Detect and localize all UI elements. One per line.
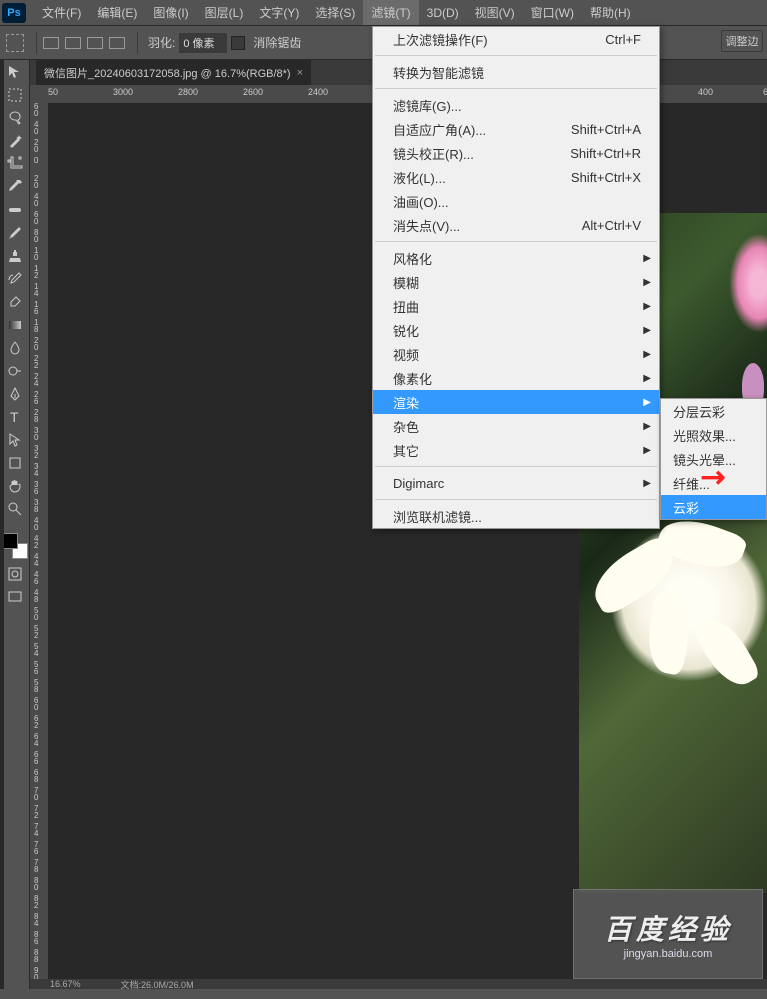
filter-menu-item[interactable]: 滤镜库(G)...	[373, 93, 659, 117]
menu-filter[interactable]: 滤镜(T)	[363, 0, 418, 25]
filter-menu-item[interactable]: 模糊▶	[373, 270, 659, 294]
document-tab[interactable]: 微信图片_20240603172058.jpg @ 16.7%(RGB/8*) …	[36, 60, 311, 85]
menu-view[interactable]: 视图(V)	[467, 0, 523, 25]
tools-panel: T	[0, 60, 30, 989]
quickmask-icon[interactable]	[2, 563, 28, 585]
close-icon[interactable]: ×	[297, 67, 303, 79]
selection-mode-intersect-icon[interactable]	[109, 37, 125, 49]
dodge-tool-icon[interactable]	[2, 360, 28, 382]
render-submenu: 分层云彩光照效果...镜头光晕...纤维...云彩	[660, 398, 767, 520]
hand-tool-icon[interactable]	[2, 475, 28, 497]
zoom-level[interactable]: 16.67%	[50, 979, 81, 989]
feather-label: 羽化:	[148, 34, 175, 51]
menu-3d[interactable]: 3D(D)	[419, 2, 467, 24]
menu-edit[interactable]: 编辑(E)	[89, 0, 145, 25]
gradient-tool-icon[interactable]	[2, 314, 28, 336]
history-brush-tool-icon[interactable]	[2, 268, 28, 290]
crop-tool-icon[interactable]	[2, 153, 28, 175]
filter-menu-item[interactable]: 上次滤镜操作(F)Ctrl+F	[373, 27, 659, 51]
foreground-color[interactable]	[2, 533, 18, 549]
feather-input[interactable]	[179, 33, 227, 53]
selection-mode-add-icon[interactable]	[65, 37, 81, 49]
filter-menu-item[interactable]: 杂色▶	[373, 414, 659, 438]
doc-size: 文档:26.0M/26.0M	[121, 978, 194, 991]
status-bar: 16.67% 文档:26.0M/26.0M	[30, 979, 767, 989]
render-submenu-item[interactable]: 光照效果...	[661, 423, 766, 447]
marquee-tool-icon[interactable]	[2, 84, 28, 106]
filter-menu-item[interactable]: 消失点(V)...Alt+Ctrl+V	[373, 213, 659, 237]
filter-menu-item[interactable]: 镜头校正(R)...Shift+Ctrl+R	[373, 141, 659, 165]
svg-text:T: T	[10, 409, 19, 425]
tab-title: 微信图片_20240603172058.jpg @ 16.7%(RGB/8*)	[44, 65, 291, 81]
menu-file[interactable]: 文件(F)	[34, 0, 89, 25]
clone-stamp-tool-icon[interactable]	[2, 245, 28, 267]
filter-menu-item[interactable]: 其它▶	[373, 438, 659, 462]
filter-dropdown-menu: 上次滤镜操作(F)Ctrl+F 转换为智能滤镜滤镜库(G)...自适应广角(A).…	[372, 26, 660, 529]
render-submenu-item[interactable]: 分层云彩	[661, 399, 766, 423]
menu-select[interactable]: 选择(S)	[307, 0, 363, 25]
selection-mode-new-icon[interactable]	[43, 37, 59, 49]
marquee-tool-icon[interactable]	[6, 34, 24, 52]
menu-image[interactable]: 图像(I)	[145, 0, 196, 25]
filter-menu-item[interactable]: 渲染▶	[373, 390, 659, 414]
render-submenu-item[interactable]: 云彩	[661, 495, 766, 519]
lasso-tool-icon[interactable]	[2, 107, 28, 129]
antialias-checkbox[interactable]	[231, 36, 245, 50]
eyedropper-tool-icon[interactable]	[2, 176, 28, 198]
menu-window[interactable]: 窗口(W)	[523, 0, 582, 25]
filter-menu-item[interactable]: 液化(L)...Shift+Ctrl+X	[373, 165, 659, 189]
filter-menu-item[interactable]: 视频▶	[373, 342, 659, 366]
menu-layer[interactable]: 图层(L)	[197, 0, 252, 25]
watermark-url: jingyan.baidu.com	[624, 948, 713, 960]
menu-type[interactable]: 文字(Y)	[251, 0, 307, 25]
ruler-origin[interactable]	[30, 85, 48, 103]
color-swatches[interactable]	[2, 533, 28, 559]
healing-brush-tool-icon[interactable]	[2, 199, 28, 221]
filter-menu-item[interactable]: 转换为智能滤镜	[373, 60, 659, 84]
filter-menu-item[interactable]: 浏览联机滤镜...	[373, 504, 659, 528]
filter-menu-item[interactable]: 油画(O)...	[373, 189, 659, 213]
filter-menu-item[interactable]: 自适应广角(A)...Shift+Ctrl+A	[373, 117, 659, 141]
zoom-tool-icon[interactable]	[2, 498, 28, 520]
shape-tool-icon[interactable]	[2, 452, 28, 474]
antialias-label: 消除锯齿	[253, 34, 301, 51]
filter-menu-item[interactable]: 锐化▶	[373, 318, 659, 342]
brush-tool-icon[interactable]	[2, 222, 28, 244]
selection-mode-subtract-icon[interactable]	[87, 37, 103, 49]
watermark: 百度经验 jingyan.baidu.com	[573, 889, 763, 979]
filter-menu-item[interactable]: 像素化▶	[373, 366, 659, 390]
filter-menu-item[interactable]: Digimarc▶	[373, 471, 659, 495]
menu-bar: Ps 文件(F) 编辑(E) 图像(I) 图层(L) 文字(Y) 选择(S) 滤…	[0, 0, 767, 26]
filter-menu-item[interactable]: 风格化▶	[373, 246, 659, 270]
eraser-tool-icon[interactable]	[2, 291, 28, 313]
screenmode-icon[interactable]	[2, 586, 28, 608]
refine-edge-button[interactable]: 调整边	[721, 30, 763, 52]
watermark-title: 百度经验	[604, 908, 732, 948]
magic-wand-tool-icon[interactable]	[2, 130, 28, 152]
app-logo-icon: Ps	[2, 3, 26, 23]
filter-menu-item[interactable]: 扭曲▶	[373, 294, 659, 318]
menu-help[interactable]: 帮助(H)	[582, 0, 639, 25]
path-selection-tool-icon[interactable]	[2, 429, 28, 451]
blur-tool-icon[interactable]	[2, 337, 28, 359]
pen-tool-icon[interactable]	[2, 383, 28, 405]
ruler-vertical[interactable]: 6040200204060801012141618202224262830323…	[30, 103, 48, 979]
move-tool-icon[interactable]	[2, 61, 28, 83]
type-tool-icon[interactable]: T	[2, 406, 28, 428]
